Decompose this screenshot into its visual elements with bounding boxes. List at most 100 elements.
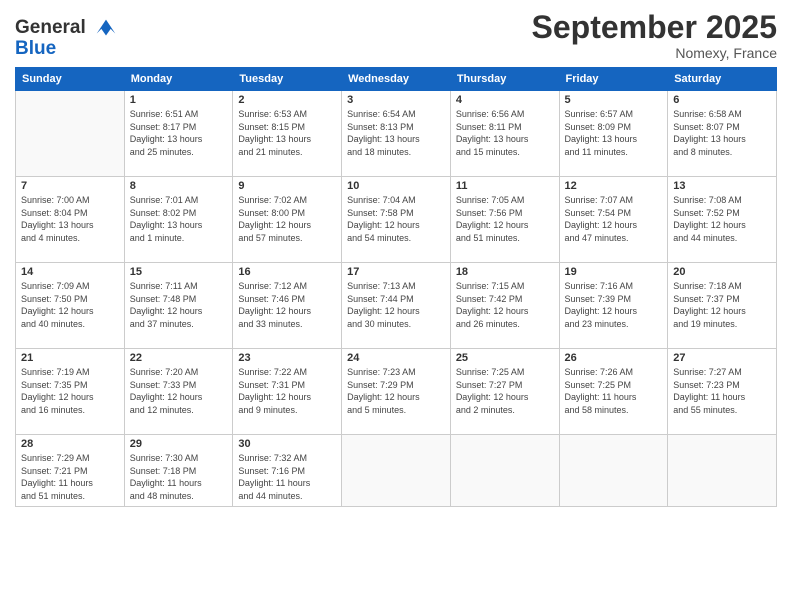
- day-info: Sunrise: 7:18 AMSunset: 7:37 PMDaylight:…: [673, 280, 771, 330]
- day-number: 19: [565, 266, 663, 278]
- table-row: 13Sunrise: 7:08 AMSunset: 7:52 PMDayligh…: [668, 177, 777, 263]
- day-number: 24: [347, 352, 445, 364]
- table-row: [559, 435, 668, 506]
- day-number: 1: [130, 94, 228, 106]
- table-row: 19 Sunrise: 7:16 AMSunset: 7:39 PMDayligh…: [559, 263, 668, 349]
- day-number: 20: [673, 266, 771, 278]
- header-monday: Monday: [124, 68, 233, 91]
- day-info: Sunrise: 7:07 AMSunset: 7:54 PMDaylight:…: [565, 194, 663, 244]
- day-number: 17: [347, 266, 445, 278]
- day-info: Sunrise: 7:16 AMSunset: 7:39 PMDaylight:…: [565, 280, 663, 330]
- day-info: Sunrise: 7:08 AMSunset: 7:52 PMDaylight:…: [673, 194, 771, 244]
- day-info: Sunrise: 7:13 AMSunset: 7:44 PMDaylight:…: [347, 280, 445, 330]
- day-info: Sunrise: 7:29 AMSunset: 7:21 PMDaylight:…: [21, 452, 119, 502]
- day-number: 28: [21, 438, 119, 450]
- table-row: 27 Sunrise: 7:27 AMSunset: 7:23 PMDayligh…: [668, 349, 777, 435]
- day-number: 22: [130, 352, 228, 364]
- table-row: 20 Sunrise: 7:18 AMSunset: 7:37 PMDayligh…: [668, 263, 777, 349]
- table-row: 21 Sunrise: 7:19 AMSunset: 7:35 PMDayligh…: [16, 349, 125, 435]
- table-row: [450, 435, 559, 506]
- table-row: 22 Sunrise: 7:20 AMSunset: 7:33 PMDayligh…: [124, 349, 233, 435]
- day-number: 14: [21, 266, 119, 278]
- day-info: Sunrise: 6:57 AMSunset: 8:09 PMDaylight:…: [565, 108, 663, 158]
- day-info: Sunrise: 7:02 AMSunset: 8:00 PMDaylight:…: [238, 194, 336, 244]
- day-number: 23: [238, 352, 336, 364]
- day-number: 6: [673, 94, 771, 106]
- table-row: 16 Sunrise: 7:12 AMSunset: 7:46 PMDayligh…: [233, 263, 342, 349]
- table-row: 18Sunrise: 7:15 AMSunset: 7:42 PMDayligh…: [450, 263, 559, 349]
- table-row: 7Sunrise: 7:00 AMSunset: 8:04 PMDaylight…: [16, 177, 125, 263]
- header-sunday: Sunday: [16, 68, 125, 91]
- location: Nomexy, France: [532, 45, 777, 61]
- day-number: 2: [238, 94, 336, 106]
- day-info: Sunrise: 7:30 AMSunset: 7:18 PMDaylight:…: [130, 452, 228, 502]
- table-row: 11 Sunrise: 7:05 AMSunset: 7:56 PMDayligh…: [450, 177, 559, 263]
- day-info: Sunrise: 7:20 AMSunset: 7:33 PMDaylight:…: [130, 366, 228, 416]
- table-row: 15 Sunrise: 7:11 AMSunset: 7:48 PMDayligh…: [124, 263, 233, 349]
- day-info: Sunrise: 7:05 AMSunset: 7:56 PMDaylight:…: [456, 194, 554, 244]
- day-info: Sunrise: 6:53 AMSunset: 8:15 PMDaylight:…: [238, 108, 336, 158]
- table-row: [16, 91, 125, 177]
- day-number: 30: [238, 438, 336, 450]
- day-number: 15: [130, 266, 228, 278]
- day-info: Sunrise: 7:22 AMSunset: 7:31 PMDaylight:…: [238, 366, 336, 416]
- day-info: Sunrise: 6:58 AMSunset: 8:07 PMDaylight:…: [673, 108, 771, 158]
- day-number: 10: [347, 180, 445, 192]
- logo-bird-icon: [92, 14, 120, 42]
- table-row: 3Sunrise: 6:54 AMSunset: 8:13 PMDaylight…: [342, 91, 451, 177]
- day-number: 8: [130, 180, 228, 192]
- day-number: 29: [130, 438, 228, 450]
- day-info: Sunrise: 7:23 AMSunset: 7:29 PMDaylight:…: [347, 366, 445, 416]
- table-row: 12 Sunrise: 7:07 AMSunset: 7:54 PMDayligh…: [559, 177, 668, 263]
- day-info: Sunrise: 6:54 AMSunset: 8:13 PMDaylight:…: [347, 108, 445, 158]
- header-wednesday: Wednesday: [342, 68, 451, 91]
- table-row: 10 Sunrise: 7:04 AMSunset: 7:58 PMDayligh…: [342, 177, 451, 263]
- header-tuesday: Tuesday: [233, 68, 342, 91]
- table-row: 25 Sunrise: 7:25 AMSunset: 7:27 PMDayligh…: [450, 349, 559, 435]
- table-row: 28 Sunrise: 7:29 AMSunset: 7:21 PMDayligh…: [16, 435, 125, 506]
- day-info: Sunrise: 7:11 AMSunset: 7:48 PMDaylight:…: [130, 280, 228, 330]
- month-title: September 2025: [532, 10, 777, 45]
- day-number: 12: [565, 180, 663, 192]
- table-row: 24 Sunrise: 7:23 AMSunset: 7:29 PMDayligh…: [342, 349, 451, 435]
- table-row: [342, 435, 451, 506]
- page-header: General Blue September 2025 Nomexy, Fran…: [15, 10, 777, 61]
- day-number: 26: [565, 352, 663, 364]
- table-row: 17 Sunrise: 7:13 AMSunset: 7:44 PMDayligh…: [342, 263, 451, 349]
- day-info: Sunrise: 7:19 AMSunset: 7:35 PMDaylight:…: [21, 366, 119, 416]
- day-info: Sunrise: 7:27 AMSunset: 7:23 PMDaylight:…: [673, 366, 771, 416]
- logo-line1: General: [15, 17, 86, 38]
- table-row: 23 Sunrise: 7:22 AMSunset: 7:31 PMDayligh…: [233, 349, 342, 435]
- day-number: 25: [456, 352, 554, 364]
- day-info: Sunrise: 7:04 AMSunset: 7:58 PMDaylight:…: [347, 194, 445, 244]
- day-number: 11: [456, 180, 554, 192]
- day-number: 9: [238, 180, 336, 192]
- header-thursday: Thursday: [450, 68, 559, 91]
- day-number: 5: [565, 94, 663, 106]
- table-row: 14 Sunrise: 7:09 AMSunset: 7:50 PMDayligh…: [16, 263, 125, 349]
- day-info: Sunrise: 7:12 AMSunset: 7:46 PMDaylight:…: [238, 280, 336, 330]
- day-number: 16: [238, 266, 336, 278]
- day-info: Sunrise: 7:26 AMSunset: 7:25 PMDaylight:…: [565, 366, 663, 416]
- table-row: 8Sunrise: 7:01 AMSunset: 8:02 PMDaylight…: [124, 177, 233, 263]
- day-number: 21: [21, 352, 119, 364]
- table-row: 6 Sunrise: 6:58 AMSunset: 8:07 PMDaylight…: [668, 91, 777, 177]
- header-saturday: Saturday: [668, 68, 777, 91]
- calendar-table: Sunday Monday Tuesday Wednesday Thursday…: [15, 67, 777, 506]
- day-number: 18: [456, 266, 554, 278]
- day-info: Sunrise: 7:09 AMSunset: 7:50 PMDaylight:…: [21, 280, 119, 330]
- table-row: 26 Sunrise: 7:26 AMSunset: 7:25 PMDayligh…: [559, 349, 668, 435]
- day-number: 27: [673, 352, 771, 364]
- table-row: 5 Sunrise: 6:57 AMSunset: 8:09 PMDaylight…: [559, 91, 668, 177]
- table-row: 9 Sunrise: 7:02 AMSunset: 8:00 PMDaylight…: [233, 177, 342, 263]
- table-row: 4Sunrise: 6:56 AMSunset: 8:11 PMDaylight…: [450, 91, 559, 177]
- logo: General Blue: [15, 14, 120, 60]
- day-number: 4: [456, 94, 554, 106]
- table-row: 30 Sunrise: 7:32 AMSunset: 7:16 PMDayligh…: [233, 435, 342, 506]
- title-block: September 2025 Nomexy, France: [532, 10, 777, 61]
- table-row: [668, 435, 777, 506]
- day-info: Sunrise: 7:25 AMSunset: 7:27 PMDaylight:…: [456, 366, 554, 416]
- day-info: Sunrise: 7:32 AMSunset: 7:16 PMDaylight:…: [238, 452, 336, 502]
- table-row: 29 Sunrise: 7:30 AMSunset: 7:18 PMDayligh…: [124, 435, 233, 506]
- table-row: 1Sunrise: 6:51 AMSunset: 8:17 PMDaylight…: [124, 91, 233, 177]
